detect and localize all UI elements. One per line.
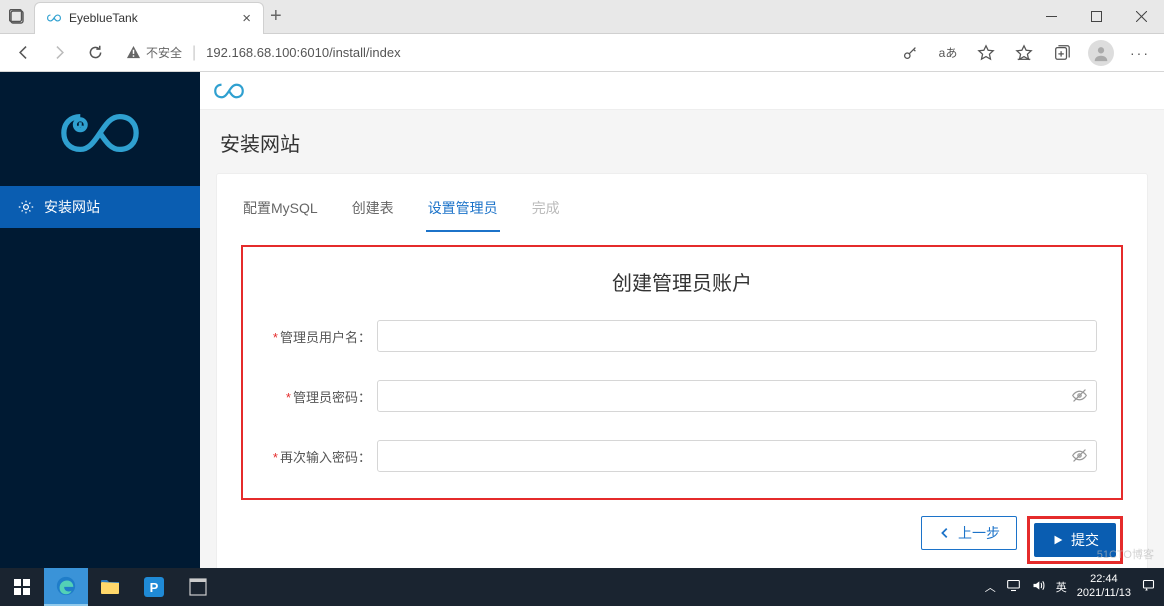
favorites-list-icon[interactable]: [1006, 36, 1042, 70]
step-done: 完成: [530, 192, 562, 232]
sidebar-item-label: 安装网站: [44, 197, 100, 217]
field-password: *管理员密码：: [267, 380, 1097, 412]
forward-button[interactable]: [42, 36, 76, 70]
address-field[interactable]: 不安全 | 192.168.68.100:6010/install/index: [118, 38, 886, 68]
arrow-left-icon: [938, 526, 952, 540]
label-confirm: 再次输入密码：: [280, 450, 371, 465]
favorite-star-icon[interactable]: [968, 36, 1004, 70]
insecure-label: 不安全: [146, 44, 182, 61]
back-button[interactable]: [6, 36, 40, 70]
tray-time: 22:44: [1077, 573, 1131, 587]
sidebar-logo-icon: [59, 72, 141, 186]
more-menu-icon[interactable]: ···: [1122, 36, 1158, 70]
main-content: 安装网站 配置MySQL 创建表 设置管理员 完成 创建管理员账户 *管理员用户…: [200, 72, 1164, 568]
install-panel: 配置MySQL 创建表 设置管理员 完成 创建管理员账户 *管理员用户名： *管…: [216, 173, 1148, 568]
svg-text:P: P: [150, 580, 159, 595]
password-key-icon[interactable]: [892, 36, 928, 70]
windows-taskbar: P ︿ 英 22:44 2021/11/13: [0, 568, 1164, 606]
toggle-confirm-icon[interactable]: [1071, 447, 1088, 469]
tray-ime[interactable]: 英: [1056, 579, 1067, 595]
tray-date: 2021/11/13: [1077, 587, 1131, 601]
site-favicon-icon: [47, 11, 61, 25]
taskbar-app-p-icon[interactable]: P: [132, 568, 176, 606]
new-tab-button[interactable]: +: [270, 5, 282, 28]
field-confirm: *再次输入密码：: [267, 440, 1097, 472]
insecure-badge[interactable]: 不安全: [126, 44, 182, 61]
tab-title: EyeblueTank: [69, 11, 242, 25]
taskbar-terminal-icon[interactable]: [176, 568, 220, 606]
step-create-table[interactable]: 创建表: [350, 192, 396, 232]
submit-label: 提交: [1071, 530, 1099, 550]
close-window-button[interactable]: [1119, 0, 1164, 34]
admin-password-input[interactable]: [377, 380, 1097, 412]
label-username: 管理员用户名：: [280, 330, 371, 345]
gear-icon: [18, 199, 34, 215]
play-icon: [1051, 533, 1065, 547]
steps-nav: 配置MySQL 创建表 设置管理员 完成: [241, 192, 1123, 233]
step-set-admin[interactable]: 设置管理员: [426, 192, 500, 232]
content-topbar: [200, 72, 1164, 110]
form-highlight-frame: 创建管理员账户 *管理员用户名： *管理员密码： *再次输入密码：: [241, 245, 1123, 500]
tab-actions-icon[interactable]: [0, 0, 34, 34]
sidebar: 安装网站: [0, 72, 200, 568]
taskbar-explorer-icon[interactable]: [88, 568, 132, 606]
field-username: *管理员用户名：: [267, 320, 1097, 352]
back-step-button[interactable]: 上一步: [921, 516, 1017, 550]
browser-tab[interactable]: EyeblueTank ×: [34, 2, 264, 34]
profile-avatar[interactable]: [1088, 40, 1114, 66]
admin-username-input[interactable]: [377, 320, 1097, 352]
browser-address-bar: 不安全 | 192.168.68.100:6010/install/index …: [0, 34, 1164, 72]
step-mysql[interactable]: 配置MySQL: [241, 192, 320, 232]
watermark: 51CTO博客: [1097, 546, 1154, 562]
sidebar-item-install[interactable]: 安装网站: [0, 186, 200, 228]
reading-mode-icon[interactable]: aあ: [930, 36, 966, 70]
address-separator: |: [192, 44, 196, 62]
confirm-password-input[interactable]: [377, 440, 1097, 472]
collections-icon[interactable]: [1044, 36, 1080, 70]
browser-tab-bar: EyeblueTank × +: [0, 0, 1164, 34]
taskbar-edge-icon[interactable]: [44, 568, 88, 606]
close-tab-icon[interactable]: ×: [242, 10, 251, 27]
toggle-password-icon[interactable]: [1071, 387, 1088, 409]
refresh-button[interactable]: [78, 36, 112, 70]
button-row: 上一步 提交: [241, 516, 1123, 564]
minimize-button[interactable]: [1029, 0, 1074, 34]
form-title: 创建管理员账户: [267, 267, 1097, 296]
page-viewport: 安装网站 安装网站 配置MySQL 创建表 设置管理员 完成 创建管理员账户: [0, 72, 1164, 568]
tray-display-icon[interactable]: [1006, 578, 1021, 596]
tray-volume-icon[interactable]: [1031, 578, 1046, 596]
tray-clock[interactable]: 22:44 2021/11/13: [1077, 573, 1131, 601]
tray-notifications-icon[interactable]: [1141, 578, 1156, 596]
topbar-logo-icon: [214, 82, 244, 100]
start-button[interactable]: [0, 568, 44, 606]
page-title: 安装网站: [216, 122, 1148, 173]
maximize-button[interactable]: [1074, 0, 1119, 34]
url-text: 192.168.68.100:6010/install/index: [206, 45, 400, 60]
label-password: 管理员密码：: [293, 390, 371, 405]
tray-chevron-icon[interactable]: ︿: [985, 579, 996, 595]
back-label: 上一步: [958, 523, 1000, 543]
